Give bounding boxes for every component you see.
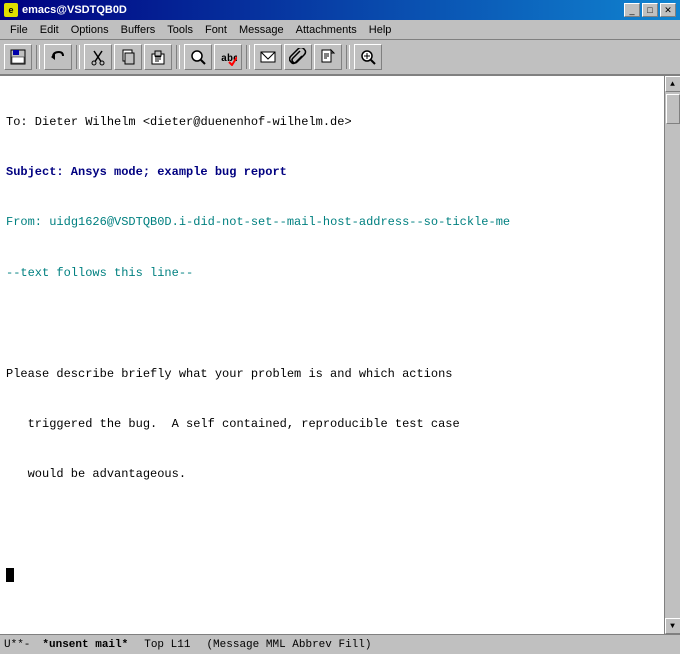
body-blank3 [6,618,658,635]
spellcheck-button[interactable]: abc [214,44,242,70]
menu-bar: File Edit Options Buffers Tools Font Mes… [0,20,680,40]
body-triggered: triggered the bug. A self contained, rep… [6,416,658,433]
toolbar: abc [0,40,680,76]
scroll-track[interactable] [665,92,680,618]
menu-edit[interactable]: Edit [34,23,65,37]
close-button[interactable]: ✕ [660,3,676,17]
paste-button[interactable] [144,44,172,70]
save-button[interactable] [4,44,32,70]
undo-button[interactable] [44,44,72,70]
status-bar: U**- *unsent mail* Top L11 (Message MML … [0,634,680,654]
body-advantage: would be advantageous. [6,466,658,483]
menu-tools[interactable]: Tools [161,23,199,37]
body-describe: Please describe briefly what your proble… [6,366,658,383]
body-line-blank1 [6,315,658,332]
email-header: To: Dieter Wilhelm <dieter@duenenhof-wil… [6,114,658,131]
cursor [6,568,14,582]
menu-help[interactable]: Help [363,23,398,37]
title-bar-text: e emacs@VSDTQB0D [4,3,127,17]
toolbar-separator-5 [346,45,350,69]
send-button[interactable] [254,44,282,70]
subject-label: Subject: [6,165,64,179]
menu-buffers[interactable]: Buffers [115,23,162,37]
attach-button[interactable] [284,44,312,70]
menu-message[interactable]: Message [233,23,290,37]
toolbar-separator-2 [76,45,80,69]
to-label: To: [6,115,28,129]
minor-modes: (Message MML Abbrev Fill) [206,639,371,651]
position: Top L11 [144,639,190,651]
scroll-down-button[interactable]: ▼ [665,618,680,634]
find-button[interactable] [354,44,382,70]
title-bar: e emacs@VSDTQB0D _ □ ✕ [0,0,680,20]
scroll-thumb[interactable] [666,94,680,124]
menu-attachments[interactable]: Attachments [290,23,363,37]
toolbar-separator-1 [36,45,40,69]
content-area[interactable]: To: Dieter Wilhelm <dieter@duenenhof-wil… [0,76,664,634]
email-divider: --text follows this line-- [6,265,658,282]
from-label: From: [6,215,42,229]
minimize-button[interactable]: _ [624,3,640,17]
cursor-line [6,567,658,584]
cut-button[interactable] [84,44,112,70]
to-value: Dieter Wilhelm <dieter@duenenhof-wilhelm… [28,115,352,129]
app-icon: e [4,3,18,17]
toolbar-separator-3 [176,45,180,69]
menu-font[interactable]: Font [199,23,233,37]
vertical-scrollbar[interactable]: ▲ ▼ [664,76,680,634]
menu-options[interactable]: Options [65,23,115,37]
toolbar-separator-4 [246,45,250,69]
menu-file[interactable]: File [4,23,34,37]
window-title: emacs@VSDTQB0D [22,4,127,16]
body-blank2 [6,517,658,534]
email-subject: Subject: Ansys mode; example bug report [6,164,658,181]
scroll-up-button[interactable]: ▲ [665,76,680,92]
buffer-name: *unsent mail* [42,639,128,651]
copy-button[interactable] [114,44,142,70]
email-from: From: uidg1626@VSDTQB0D.i-did-not-set--m… [6,214,658,231]
from-value: uidg1626@VSDTQB0D.i-did-not-set--mail-ho… [42,215,510,229]
title-buttons: _ □ ✕ [624,3,676,17]
subject-value: Ansys mode; example bug report [64,165,287,179]
mode-indicator: U**- [4,639,30,651]
attach2-button[interactable] [314,44,342,70]
main-area: To: Dieter Wilhelm <dieter@duenenhof-wil… [0,76,680,634]
search-button[interactable] [184,44,212,70]
maximize-button[interactable]: □ [642,3,658,17]
